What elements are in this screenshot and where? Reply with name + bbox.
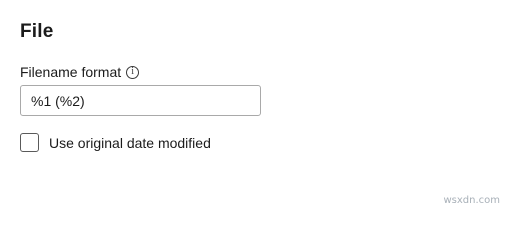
watermark: wsxdn.com (443, 195, 500, 206)
filename-format-input[interactable] (20, 85, 261, 116)
use-original-date-label: Use original date modified (49, 134, 211, 151)
info-icon[interactable]: i (126, 65, 140, 79)
filename-format-label: Filename format i (20, 64, 140, 80)
section-title: File (20, 21, 54, 42)
filename-format-label-text: Filename format (20, 64, 122, 80)
use-original-date-checkbox-row[interactable]: Use original date modified (20, 133, 211, 152)
use-original-date-checkbox[interactable] (20, 133, 39, 152)
